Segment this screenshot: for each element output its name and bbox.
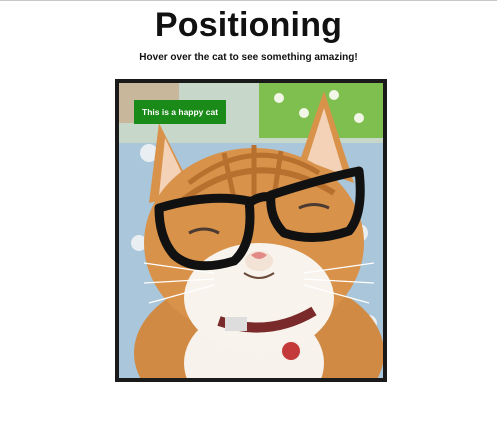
page-title: Positioning xyxy=(154,6,343,44)
top-divider xyxy=(0,0,497,1)
cat-image xyxy=(119,83,383,378)
page-subtitle: Hover over the cat to see something amaz… xyxy=(139,52,358,63)
cat-caption-label: This is a happy cat xyxy=(134,100,227,124)
cat-image-frame[interactable] xyxy=(115,79,387,382)
